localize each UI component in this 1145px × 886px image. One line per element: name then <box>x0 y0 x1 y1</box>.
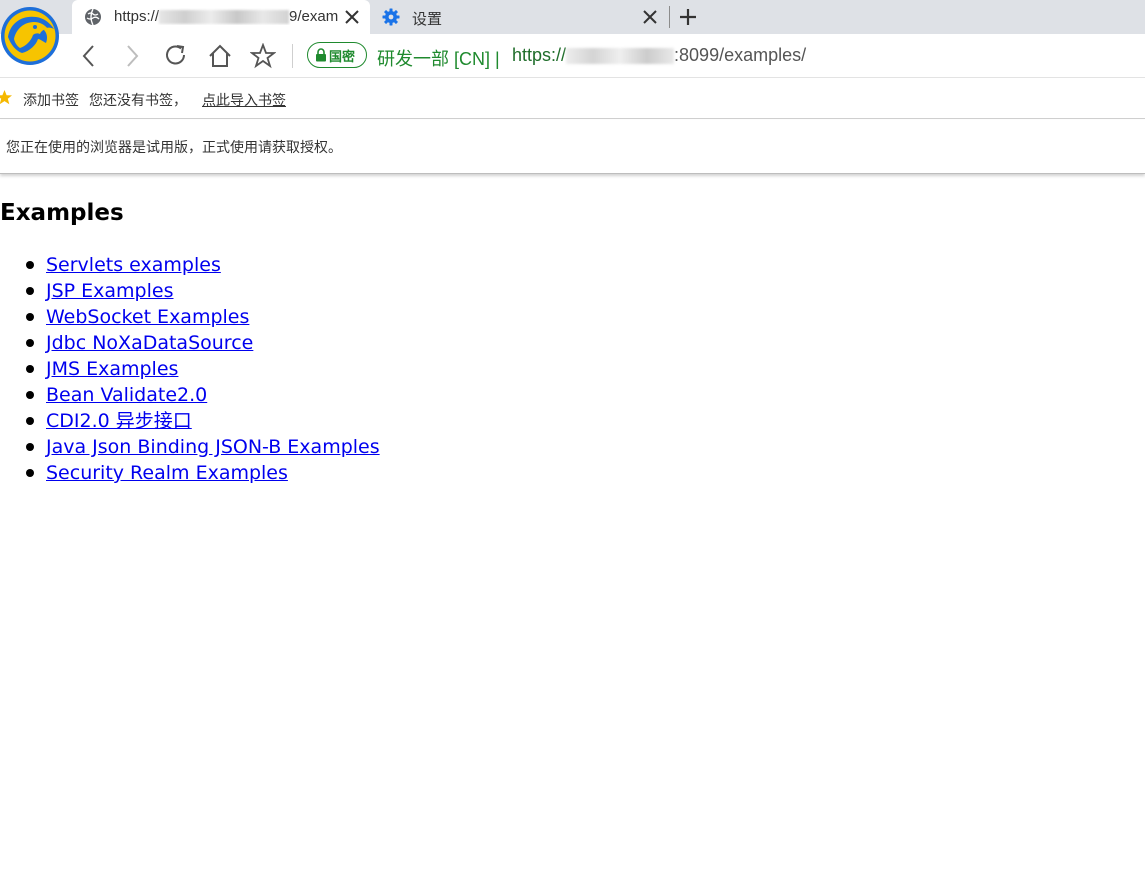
forward-icon[interactable] <box>119 43 145 69</box>
tab-title: https://9/exam <box>114 8 339 25</box>
link-security-realm-examples[interactable]: Security Realm Examples <box>46 460 288 486</box>
trial-info-bar: 您正在使用的浏览器是试用版，正式使用请获取授权。 <box>0 120 1145 174</box>
plus-icon[interactable] <box>678 7 698 27</box>
home-icon[interactable] <box>207 43 233 69</box>
secure-badge[interactable]: 国密 <box>307 42 367 68</box>
tab-examples[interactable]: https://9/exam <box>72 0 370 34</box>
link-servlets-examples[interactable]: Servlets examples <box>46 252 221 278</box>
link-jms-examples[interactable]: JMS Examples <box>46 356 178 382</box>
lock-icon <box>316 48 326 62</box>
import-bookmarks-link[interactable]: 点此导入书签 <box>202 90 286 110</box>
link-bean-validate[interactable]: Bean Validate2.0 <box>46 382 207 408</box>
toolbar-separator <box>292 44 293 68</box>
bookmarks-empty-text: 您还没有书签， <box>89 93 187 109</box>
add-bookmark-button[interactable]: 添加书签 <box>23 90 79 110</box>
address-bar[interactable]: https:// :8099/examples/ <box>512 45 806 66</box>
page-title: Examples <box>0 200 124 226</box>
redacted-host <box>566 48 675 65</box>
link-jdbc-noxadatasource[interactable]: Jdbc NoXaDataSource <box>46 330 253 356</box>
link-websocket-examples[interactable]: WebSocket Examples <box>46 304 249 330</box>
url-scheme: https:// <box>512 45 567 65</box>
navigation-toolbar: 国密 研发一部 [CN] | https:// :8099/examples/ <box>0 34 1145 78</box>
link-json-binding-examples[interactable]: Java Json Binding JSON-B Examples <box>46 434 380 460</box>
star-icon <box>0 90 12 105</box>
reload-icon[interactable] <box>163 43 189 69</box>
tab-separator <box>669 6 670 28</box>
link-jsp-examples[interactable]: JSP Examples <box>46 278 174 304</box>
certificate-org: 研发一部 [CN] | <box>377 49 500 69</box>
close-icon[interactable] <box>642 9 658 25</box>
browser-logo-icon[interactable] <box>0 3 62 67</box>
tab-title: 设置 <box>412 11 443 28</box>
secure-badge-label: 国密 <box>329 49 356 65</box>
url-path: :8099/examples/ <box>674 45 807 65</box>
close-icon[interactable] <box>344 9 360 25</box>
tab-strip: https://9/exam 设置 <box>0 0 1145 34</box>
globe-icon <box>85 8 101 26</box>
redacted-host <box>159 10 290 25</box>
link-cdi-async[interactable]: CDI2.0 异步接口 <box>46 408 192 434</box>
tab-settings[interactable]: 设置 <box>372 0 668 34</box>
back-icon[interactable] <box>76 43 102 69</box>
gear-icon <box>382 8 400 26</box>
star-icon[interactable] <box>250 43 276 69</box>
trial-message: 您正在使用的浏览器是试用版，正式使用请获取授权。 <box>6 140 342 156</box>
bookmarks-bar: 添加书签 您还没有书签， 点此导入书签 <box>0 78 1145 119</box>
